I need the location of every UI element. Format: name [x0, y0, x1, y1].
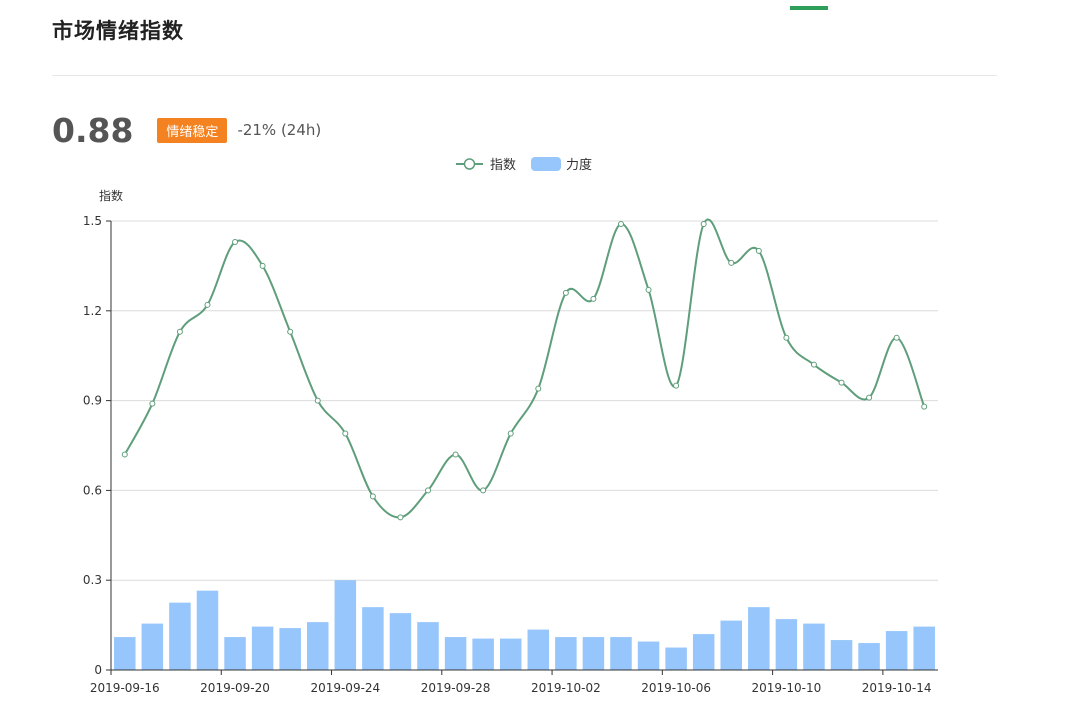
index-point-2019-10-05[interactable]: [645, 286, 652, 293]
bar-2019-10-04[interactable]: [610, 637, 632, 670]
legend-label-strength: 力度: [566, 157, 592, 173]
index-point-2019-09-17[interactable]: [149, 400, 156, 407]
legend[interactable]: 指数 力度: [456, 157, 592, 173]
index-point-2019-10-13[interactable]: [866, 394, 873, 401]
index-point-2019-09-25[interactable]: [369, 493, 376, 500]
y-tick-label: 1.2: [83, 304, 102, 318]
x-tick-label: 2019-09-28: [421, 681, 491, 695]
x-tick-label: 2019-09-16: [90, 681, 160, 695]
y-tick-label: 0.9: [83, 394, 102, 408]
bar-2019-10-06[interactable]: [665, 647, 687, 670]
index-point-2019-09-30[interactable]: [507, 430, 514, 437]
y-tick-label: 0: [94, 663, 102, 677]
index-point-2019-10-02[interactable]: [562, 289, 569, 296]
index-point-2019-09-29[interactable]: [480, 487, 487, 494]
bar-2019-09-25[interactable]: [362, 607, 384, 670]
index-point-2019-10-01[interactable]: [535, 385, 542, 392]
index-point-2019-10-10[interactable]: [783, 334, 790, 341]
legend-label-index: 指数: [490, 158, 516, 173]
bar-2019-10-01[interactable]: [527, 629, 550, 670]
index-point-2019-10-11[interactable]: [810, 361, 817, 368]
index-point-2019-09-18[interactable]: [176, 328, 183, 335]
bar-2019-10-14[interactable]: [885, 631, 908, 670]
bar-2019-09-17[interactable]: [141, 623, 164, 670]
x-tick-label: 2019-10-14: [862, 681, 932, 695]
grid-lines: [111, 220, 938, 581]
bar-2019-09-28[interactable]: [444, 637, 467, 670]
bar-2019-10-13[interactable]: [858, 643, 880, 670]
index-point-2019-10-08[interactable]: [728, 259, 735, 266]
bar-2019-09-23[interactable]: [306, 622, 329, 670]
line-series[interactable]: [121, 218, 928, 521]
bar-2019-09-20[interactable]: [224, 637, 246, 670]
index-point-2019-10-12[interactable]: [838, 379, 845, 386]
legend-point-swatch: [463, 158, 476, 170]
index-point-2019-10-06[interactable]: [673, 382, 680, 389]
bar-2019-09-22[interactable]: [279, 628, 301, 670]
index-point-2019-09-21[interactable]: [259, 262, 266, 269]
y-tick-label: 0.3: [83, 573, 102, 587]
legend-bar-swatch: [531, 157, 561, 171]
index-line[interactable]: [123, 218, 926, 519]
index-point-2019-09-16[interactable]: [121, 451, 128, 458]
index-point-2019-09-22[interactable]: [287, 328, 294, 335]
bar-2019-10-02[interactable]: [555, 637, 577, 670]
bar-series[interactable]: [114, 580, 935, 670]
bar-2019-09-18[interactable]: [169, 602, 191, 670]
bar-2019-09-19[interactable]: [196, 590, 219, 670]
bar-2019-09-24[interactable]: [334, 580, 357, 670]
bar-2019-09-16[interactable]: [114, 637, 136, 670]
x-tick-label: 2019-09-24: [310, 681, 380, 695]
bar-2019-10-11[interactable]: [803, 623, 825, 670]
index-point-2019-09-27[interactable]: [425, 487, 432, 494]
y-axis-label: 指数: [99, 188, 123, 203]
index-point-2019-09-20[interactable]: [232, 238, 239, 245]
index-point-2019-09-24[interactable]: [342, 430, 349, 437]
x-tick-label: 2019-10-02: [531, 681, 601, 695]
legend-item-index[interactable]: 指数: [456, 158, 516, 173]
bar-2019-10-03[interactable]: [582, 637, 605, 670]
bar-2019-09-27[interactable]: [417, 622, 439, 670]
bar-2019-09-30[interactable]: [499, 638, 522, 670]
bar-2019-10-15[interactable]: [913, 626, 935, 670]
bar-2019-10-08[interactable]: [720, 620, 743, 670]
index-point-2019-10-09[interactable]: [755, 247, 762, 254]
index-point-2019-09-19[interactable]: [204, 301, 211, 308]
index-point-2019-09-28[interactable]: [452, 451, 459, 458]
x-tick-label: 2019-10-06: [641, 681, 711, 695]
x-tick-label: 2019-09-20: [200, 681, 270, 695]
index-point-2019-09-23[interactable]: [314, 397, 321, 404]
index-point-2019-09-26[interactable]: [397, 514, 404, 521]
index-point-2019-10-07[interactable]: [700, 220, 707, 227]
y-tick-label: 0.6: [83, 483, 102, 497]
x-tick-label: 2019-10-10: [752, 681, 822, 695]
bar-2019-10-09[interactable]: [748, 607, 770, 670]
y-tick-label: 1.5: [83, 214, 102, 228]
bar-2019-09-21[interactable]: [251, 626, 274, 670]
index-point-2019-10-03[interactable]: [590, 295, 597, 302]
index-point-2019-10-14[interactable]: [893, 334, 900, 341]
bar-2019-09-26[interactable]: [389, 613, 412, 670]
legend-item-strength[interactable]: 力度: [531, 157, 592, 173]
index-point-2019-10-15[interactable]: [921, 403, 928, 410]
bar-2019-10-10[interactable]: [775, 619, 798, 670]
bar-2019-10-12[interactable]: [830, 640, 853, 670]
bar-2019-09-29[interactable]: [472, 638, 494, 670]
index-point-2019-10-04[interactable]: [617, 220, 624, 227]
bar-2019-10-07[interactable]: [692, 634, 715, 670]
sentiment-chart: 0 0.3 0.6 0.9 1.2 1.5 指数 2019-09-16 2019-09-20 20…: [83, 157, 938, 695]
bar-2019-10-05[interactable]: [637, 641, 660, 670]
